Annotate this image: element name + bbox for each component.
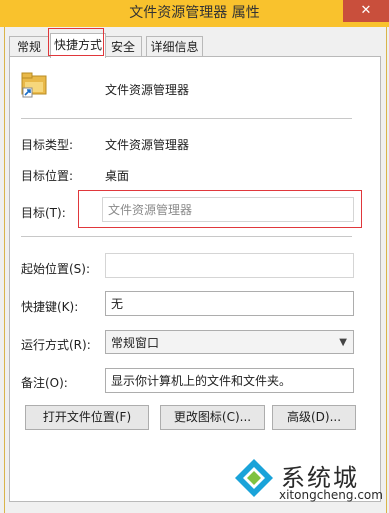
tab-details[interactable]: 详细信息 [146,36,203,57]
start-in-label: 起始位置(S): [21,262,91,276]
run-label: 运行方式(R): [21,338,91,352]
divider [21,236,352,237]
divider [21,118,352,119]
tab-highlight-frame [48,28,104,56]
target-type-label: 目标类型: [21,138,74,152]
close-icon: ✕ [360,3,372,18]
window-title: 文件资源管理器 属性 [129,5,260,21]
tab-security[interactable]: 安全 [104,36,142,57]
tab-details-label: 详细信息 [150,40,199,54]
chevron-down-icon: ▼ [339,337,347,348]
xitongcheng-logo-icon [233,457,275,499]
run-select[interactable]: 常规窗口 ▼ [105,330,354,354]
target-field[interactable]: 文件资源管理器 [102,197,354,222]
target-location-label: 目标位置: [21,169,74,183]
tab-general-label: 常规 [16,40,41,54]
hotkey-label: 快捷键(K): [21,300,79,314]
target-label: 目标(T): [21,206,66,220]
change-icon-button[interactable]: 更改图标(C)... [160,405,265,430]
advanced-button[interactable]: 高级(D)... [272,405,356,430]
run-select-value: 常规窗口 [111,336,160,350]
close-button[interactable]: ✕ [343,0,389,22]
start-in-field[interactable] [105,253,354,278]
shortcut-name: 文件资源管理器 [105,83,190,97]
comment-label: 备注(O): [21,376,68,390]
comment-field[interactable]: 显示你计算机上的文件和文件夹。 [105,368,354,393]
folder-icon [21,70,49,98]
open-file-location-button[interactable]: 打开文件位置(F) [25,405,149,430]
shortcut-panel [9,56,381,502]
target-type-value: 文件资源管理器 [105,138,190,152]
tab-security-label: 安全 [110,40,135,54]
tab-general[interactable]: 常规 [9,36,49,57]
hotkey-field[interactable]: 无 [105,291,354,316]
watermark-url: xitongcheng.com [279,488,383,502]
target-location-value: 桌面 [105,169,130,183]
